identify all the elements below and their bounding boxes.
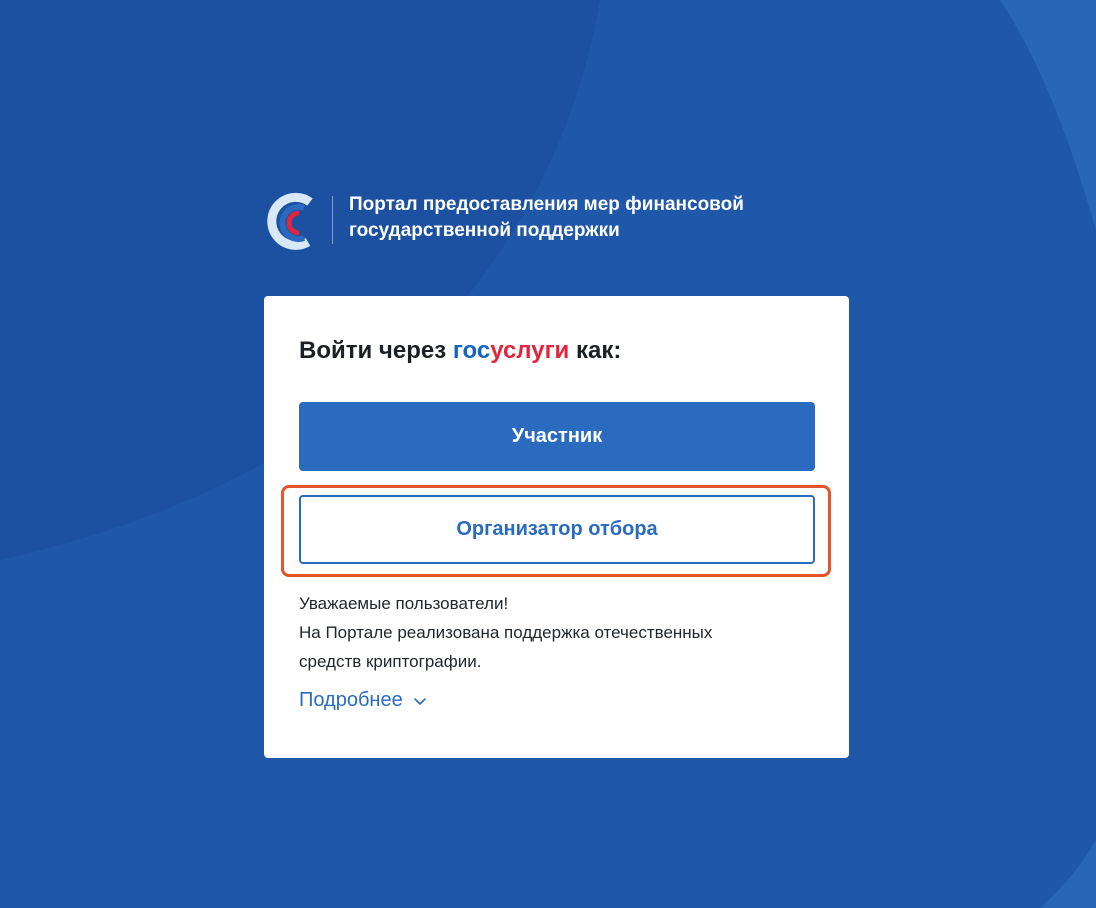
- chevron-down-icon: [413, 697, 426, 705]
- portal-header: Портал предоставления мер финансовой гос…: [262, 192, 819, 252]
- portal-logo-icon: [267, 192, 313, 250]
- login-card: Войти через госуслуги как: Участник Орга…: [264, 296, 849, 758]
- login-title-suffix: как:: [575, 337, 622, 364]
- login-title-prefix: Войти через: [299, 337, 447, 364]
- crypto-notice: Уважаемые пользователи! На Портале реали…: [299, 589, 814, 676]
- portal-title-line-1: Портал предоставления мер финансовой: [349, 194, 744, 215]
- more-link-label: Подробнее: [299, 689, 403, 711]
- notice-line-2: На Портале реализована поддержка отечест…: [299, 623, 713, 642]
- gosuslugi-logo: госуслуги: [453, 337, 570, 364]
- organizer-button[interactable]: Организатор отбора: [299, 495, 815, 564]
- more-link[interactable]: Подробнее: [299, 689, 427, 712]
- login-title: Войти через госуслуги как:: [299, 336, 814, 366]
- portal-title: Портал предоставления мер финансовой гос…: [349, 192, 819, 244]
- notice-line-3: средств криптографии.: [299, 652, 482, 671]
- header-divider: [332, 196, 333, 244]
- portal-title-line-2: государственной поддержки: [349, 220, 620, 241]
- participant-button[interactable]: Участник: [299, 402, 815, 471]
- notice-line-1: Уважаемые пользователи!: [299, 594, 509, 613]
- organizer-button-wrapper: Организатор отбора: [281, 485, 831, 577]
- gosuslugi-logo-uslugi: услуги: [490, 337, 570, 364]
- gosuslugi-logo-gos: гос: [452, 337, 491, 364]
